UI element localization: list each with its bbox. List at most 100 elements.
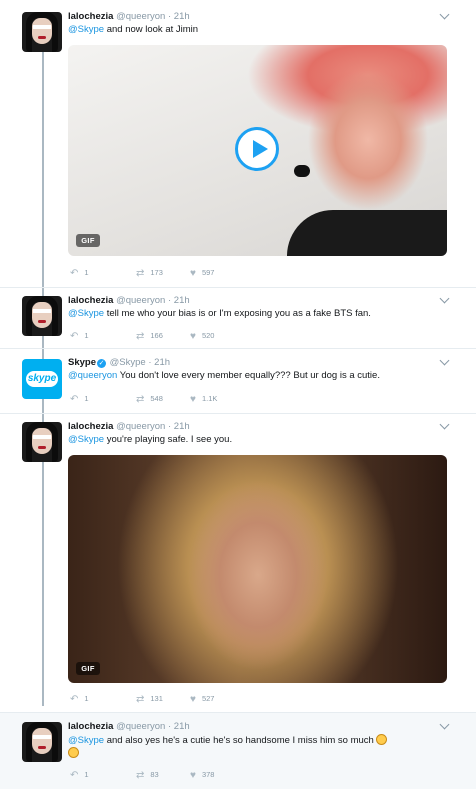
mention-link[interactable]: @Skype (68, 308, 104, 319)
chevron-down-icon[interactable] (439, 9, 450, 20)
reply-icon: ↶ (70, 770, 79, 781)
tweet[interactable]: lalochezia @queeryon · 21h @Skype you're… (0, 414, 476, 712)
retweet-button[interactable]: ⇄ 166 (136, 331, 163, 342)
retweet-button[interactable]: ⇄ 548 (136, 394, 163, 405)
timestamp[interactable]: 21h (174, 11, 190, 22)
tweet-text: @Skype and also yes he's a cutie he's so… (68, 734, 448, 760)
chevron-down-icon[interactable] (439, 355, 450, 366)
play-icon[interactable] (235, 127, 279, 171)
mention-link[interactable]: @queeryon (68, 370, 117, 381)
reply-count: 1 (84, 770, 89, 779)
mention-link[interactable]: @Skype (68, 24, 104, 35)
reply-button[interactable]: ↶ 1 (70, 770, 89, 781)
tweet-text: @Skype and now look at Jimin (68, 24, 448, 36)
reply-button[interactable]: ↶ 1 (70, 268, 89, 279)
separator: · (167, 295, 172, 306)
avatar[interactable] (22, 422, 62, 462)
media-content (294, 165, 310, 177)
handle[interactable]: @queeryon (116, 721, 165, 732)
retweet-button[interactable]: ⇄ 173 (136, 268, 163, 279)
retweet-count: 131 (150, 694, 163, 703)
timestamp[interactable]: 21h (174, 295, 190, 306)
like-count: 1.1K (201, 394, 218, 403)
separator: · (167, 721, 172, 732)
retweet-icon: ⇄ (136, 694, 145, 705)
retweet-button[interactable]: ⇄ 83 (136, 770, 159, 781)
display-name[interactable]: lalochezia (68, 295, 113, 306)
tweet[interactable]: skype Skype ✓ @Skype · 21h @queeryon You … (0, 349, 476, 413)
display-name[interactable]: Skype (68, 357, 96, 368)
tweet-media-gif[interactable]: GIF (68, 455, 447, 683)
like-button[interactable]: ♥ 597 (190, 268, 214, 279)
tweet-body: You don't love every member equally??? B… (117, 370, 380, 381)
timestamp[interactable]: 21h (174, 721, 190, 732)
timestamp[interactable]: 21h (154, 357, 170, 368)
handle[interactable]: @Skype (110, 357, 146, 368)
retweet-icon: ⇄ (136, 394, 145, 405)
skype-logo: skype (26, 371, 58, 387)
heart-icon: ♥ (190, 331, 196, 342)
like-button[interactable]: ♥ 378 (190, 770, 214, 781)
reply-icon: ↶ (70, 394, 79, 405)
like-count: 597 (201, 268, 215, 277)
separator: · (167, 421, 172, 432)
avatar[interactable] (22, 12, 62, 52)
reply-count: 1 (84, 394, 89, 403)
handle[interactable]: @queeryon (116, 11, 165, 22)
timestamp[interactable]: 21h (174, 421, 190, 432)
retweet-icon: ⇄ (136, 268, 145, 279)
display-name[interactable]: lalochezia (68, 721, 113, 732)
tweet-header: lalochezia @queeryon · 21h (68, 421, 190, 432)
tweet-header: lalochezia @queeryon · 21h (68, 11, 190, 22)
display-name[interactable]: lalochezia (68, 421, 113, 432)
reply-icon: ↶ (70, 331, 79, 342)
handle[interactable]: @queeryon (116, 421, 165, 432)
tweet-header: Skype ✓ @Skype · 21h (68, 357, 170, 368)
tweet-body: and now look at Jimin (104, 24, 199, 35)
retweet-button[interactable]: ⇄ 131 (136, 694, 163, 705)
reply-icon: ↶ (70, 694, 79, 705)
chevron-down-icon[interactable] (439, 719, 450, 730)
tweet-text: @queeryon You don't love every member eq… (68, 370, 448, 382)
tweet-body: and also yes he's a cutie he's so handso… (104, 735, 374, 746)
separator: · (148, 357, 152, 368)
like-button[interactable]: ♥ 527 (190, 694, 214, 705)
like-button[interactable]: ♥ 1.1K (190, 394, 217, 405)
tweet[interactable]: lalochezia @queeryon · 21h @Skype and al… (0, 713, 476, 789)
mention-link[interactable]: @Skype (68, 735, 104, 746)
heart-icon: ♥ (190, 394, 196, 405)
tweet-text: @Skype you're playing safe. I see you. (68, 434, 448, 446)
like-button[interactable]: ♥ 520 (190, 331, 214, 342)
mention-link[interactable]: @Skype (68, 434, 104, 445)
reply-icon: ↶ (70, 268, 79, 279)
like-count: 527 (201, 694, 215, 703)
avatar[interactable] (22, 722, 62, 762)
reply-button[interactable]: ↶ 1 (70, 331, 89, 342)
verified-badge-icon: ✓ (97, 359, 106, 368)
weary-face-emoji-icon (68, 747, 79, 758)
reply-count: 1 (84, 268, 89, 277)
display-name[interactable]: lalochezia (68, 11, 113, 22)
handle[interactable]: @queeryon (116, 295, 165, 306)
tweet[interactable]: lalochezia @queeryon · 21h @Skype and no… (0, 0, 476, 290)
tweet-media-gif[interactable]: GIF (68, 45, 447, 256)
retweet-count: 166 (150, 331, 163, 340)
chevron-down-icon[interactable] (439, 293, 450, 304)
gif-badge: GIF (76, 234, 100, 247)
tweet-header: lalochezia @queeryon · 21h (68, 721, 190, 732)
retweet-count: 173 (150, 268, 163, 277)
tweet-body: tell me who your bias is or I'm exposing… (104, 308, 371, 319)
reply-count: 1 (84, 694, 89, 703)
chevron-down-icon[interactable] (439, 419, 450, 430)
reply-button[interactable]: ↶ 1 (70, 394, 89, 405)
reply-button[interactable]: ↶ 1 (70, 694, 89, 705)
separator: · (167, 11, 172, 22)
like-count: 378 (201, 770, 215, 779)
tweet-text: @Skype tell me who your bias is or I'm e… (68, 308, 448, 320)
tweet[interactable]: lalochezia @queeryon · 21h @Skype tell m… (0, 288, 476, 348)
gif-badge: GIF (76, 662, 100, 675)
avatar[interactable] (22, 296, 62, 336)
tweet-body: you're playing safe. I see you. (104, 434, 233, 445)
avatar[interactable]: skype (22, 359, 62, 399)
heart-icon: ♥ (190, 268, 196, 279)
